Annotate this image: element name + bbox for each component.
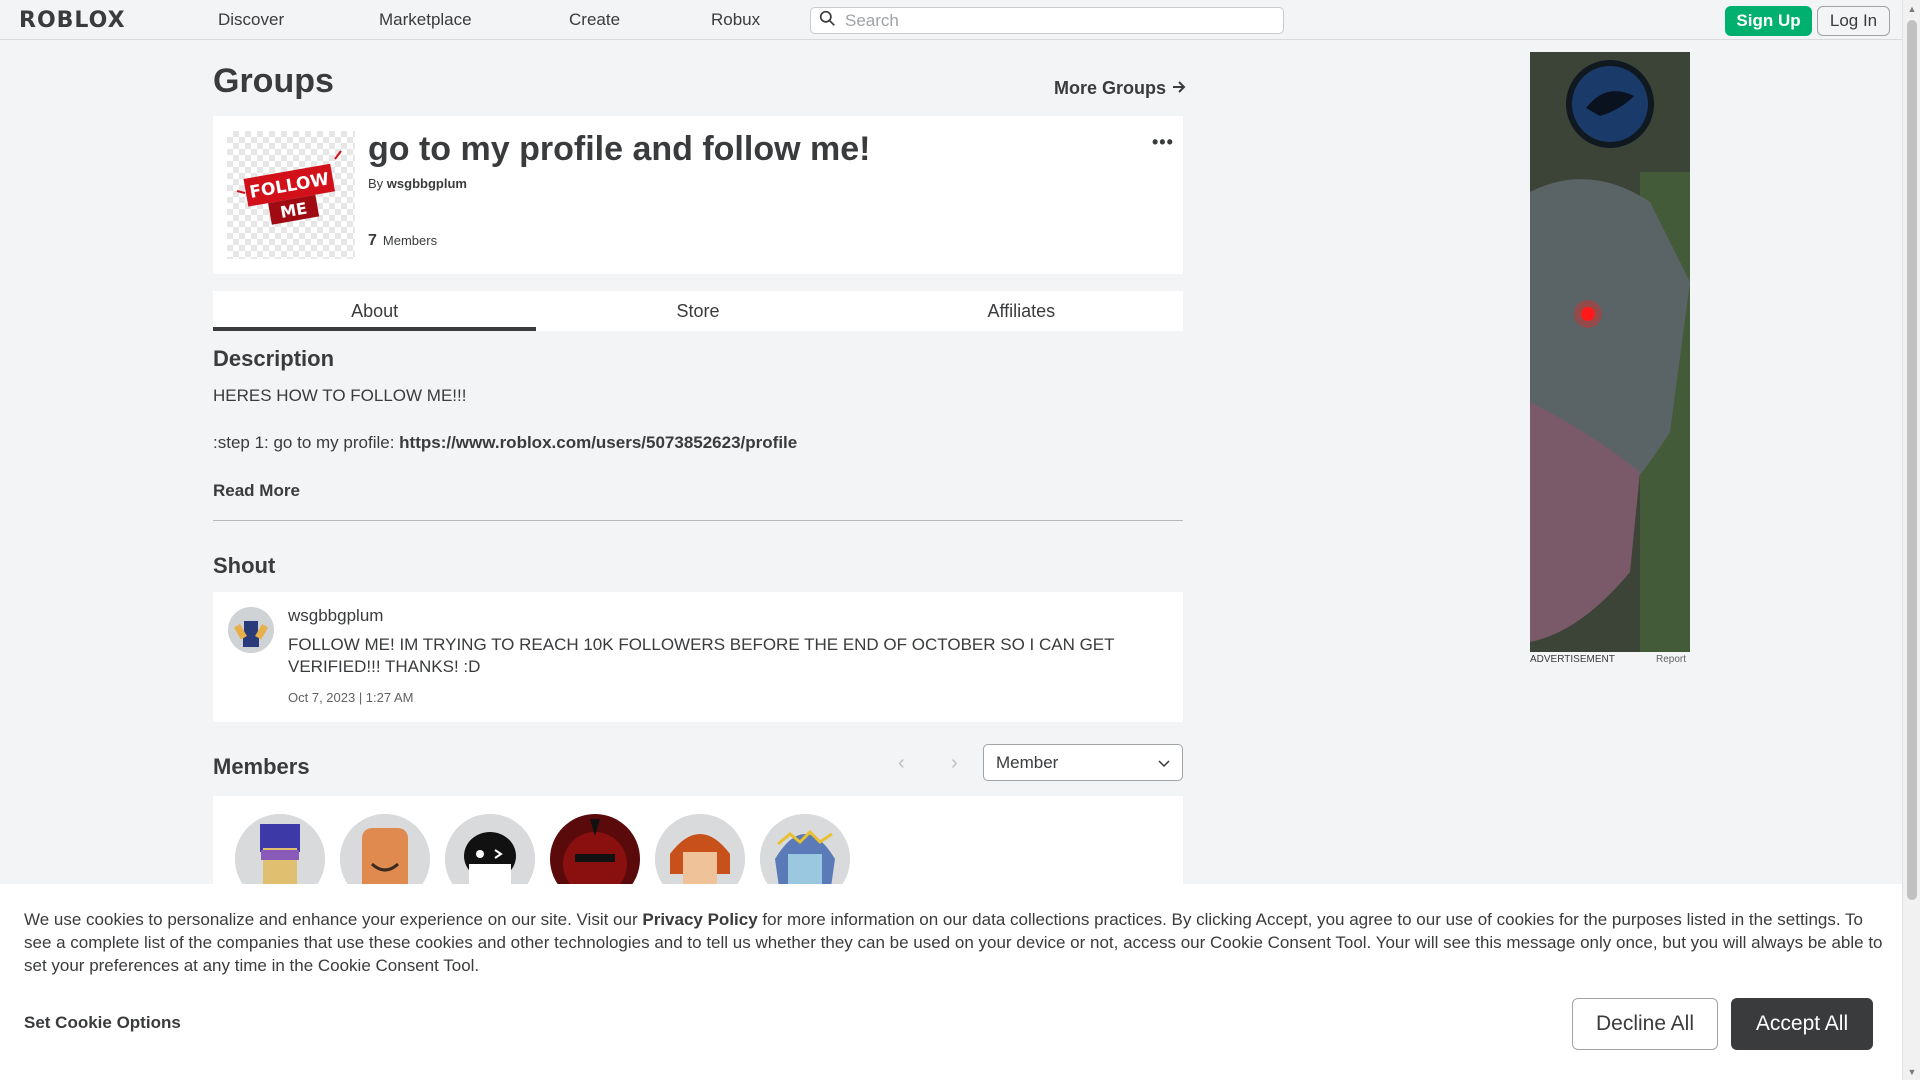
chevron-left-icon[interactable]: ‹ <box>898 752 905 775</box>
advertisement-image[interactable] <box>1530 52 1690 652</box>
tab-affiliates[interactable]: Affiliates <box>860 291 1183 331</box>
cookie-message: We use cookies to personalize and enhanc… <box>24 908 1884 977</box>
search-box <box>810 7 1284 34</box>
decline-all-button[interactable]: Decline All <box>1572 998 1718 1050</box>
group-owner: By wsgbbgplum <box>368 176 467 191</box>
profile-link[interactable]: https://www.roblox.com/users/5073852623/… <box>399 433 797 452</box>
member-avatar[interactable] <box>655 814 745 886</box>
shout-timestamp: Oct 7, 2023 | 1:27 AM <box>288 690 414 705</box>
avatar[interactable] <box>228 607 274 653</box>
group-name: go to my profile and follow me! <box>368 130 871 168</box>
login-button[interactable]: Log In <box>1817 6 1890 36</box>
arrow-right-icon <box>1172 78 1186 99</box>
page-scrollbar[interactable]: ▲ ▼ <box>1902 0 1920 1080</box>
ellipsis-icon[interactable]: ••• <box>1152 132 1174 153</box>
description-title: Description <box>213 346 335 371</box>
shout-card: wsgbbgplum FOLLOW ME! IM TRYING TO REACH… <box>213 592 1183 722</box>
member-count-label: Members <box>382 233 438 248</box>
cookie-banner: We use cookies to personalize and enhanc… <box>0 884 1902 1080</box>
scroll-thumb[interactable] <box>1907 20 1917 900</box>
owner-link[interactable]: wsgbbgplum <box>387 176 467 191</box>
members-title: Members <box>213 754 310 779</box>
nav-robux[interactable]: Robux <box>711 10 760 30</box>
top-nav: ROBLOX Discover Marketplace Create Robux… <box>0 0 1902 40</box>
member-avatar[interactable] <box>340 814 430 886</box>
cookie-text-start: We use cookies to personalize and enhanc… <box>24 910 638 929</box>
nav-create[interactable]: Create <box>569 10 620 30</box>
member-avatar[interactable] <box>235 814 325 886</box>
more-groups-link[interactable]: More Groups <box>1054 78 1186 99</box>
description-line-1: HERES HOW TO FOLLOW ME!!! <box>213 386 467 405</box>
tab-store[interactable]: Store <box>536 291 859 331</box>
nav-discover[interactable]: Discover <box>218 10 284 30</box>
read-more-button[interactable]: Read More <box>213 481 300 501</box>
ad-label: ADVERTISEMENT <box>1530 654 1615 665</box>
set-cookie-options-button[interactable]: Set Cookie Options <box>24 1013 181 1033</box>
search-icon[interactable] <box>819 10 836 32</box>
shout-message: FOLLOW ME! IM TRYING TO REACH 10K FOLLOW… <box>288 635 1115 676</box>
shout-title: Shout <box>213 553 276 578</box>
signup-button[interactable]: Sign Up <box>1725 6 1812 36</box>
member-avatar[interactable] <box>550 814 640 886</box>
group-emblem: FOLLOW ME <box>227 131 355 259</box>
page-title: Groups <box>213 62 334 100</box>
group-tabs: About Store Affiliates <box>213 291 1183 331</box>
roblox-logo[interactable]: ROBLOX <box>19 8 126 33</box>
member-avatar[interactable] <box>445 814 535 886</box>
member-avatar[interactable] <box>760 814 850 886</box>
search-input[interactable] <box>845 10 1265 31</box>
tab-about[interactable]: About <box>213 291 537 331</box>
follow-me-emblem-icon: FOLLOW ME <box>236 150 342 225</box>
owner-prefix: By <box>368 176 384 191</box>
description-step: :step 1: go to my profile: <box>213 433 395 452</box>
chevron-right-icon[interactable]: › <box>951 752 958 775</box>
accept-all-button[interactable]: Accept All <box>1731 998 1873 1050</box>
chevron-down-icon <box>1158 753 1170 773</box>
description-line-2: :step 1: go to my profile: https://www.r… <box>213 433 797 453</box>
role-select-value: Member <box>996 752 1059 772</box>
shout-author[interactable]: wsgbbgplum <box>288 606 383 626</box>
more-groups-label[interactable]: More Groups <box>1054 78 1166 99</box>
scroll-down-icon[interactable]: ▼ <box>1907 1066 1917 1078</box>
group-member-count: 7 Members <box>368 232 437 250</box>
role-select[interactable]: Member <box>983 744 1183 781</box>
ad-report-link[interactable]: Report <box>1656 654 1686 665</box>
nav-marketplace[interactable]: Marketplace <box>379 10 472 30</box>
member-count-value: 7 <box>368 232 377 249</box>
section-divider <box>213 520 1183 521</box>
group-header-card: FOLLOW ME go to my profile and follow me… <box>213 116 1183 274</box>
privacy-policy-link[interactable]: Privacy Policy <box>642 910 757 929</box>
scroll-up-icon[interactable]: ▲ <box>1907 3 1917 15</box>
members-list <box>213 796 1183 886</box>
